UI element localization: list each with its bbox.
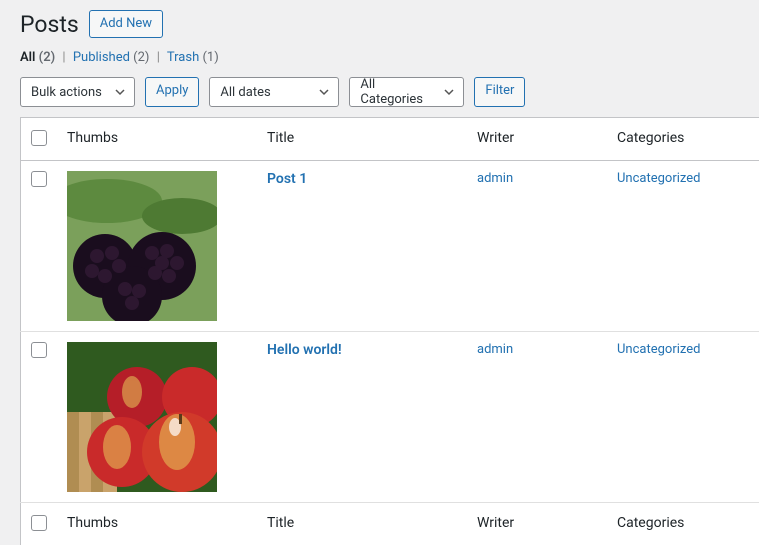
category-link[interactable]: Uncategorized — [617, 171, 700, 186]
filter-trash-count: (1) — [202, 50, 218, 65]
filter-all-count: (2) — [39, 50, 56, 65]
filter-trash[interactable]: Trash (1) — [167, 50, 219, 65]
column-thumbs: Thumbs — [57, 118, 257, 161]
category-filter-select[interactable]: All Categories — [349, 77, 464, 107]
date-filter-select[interactable]: All dates — [209, 77, 339, 107]
filter-button[interactable]: Filter — [474, 77, 525, 107]
apply-button[interactable]: Apply — [145, 77, 199, 107]
chevron-down-icon — [114, 86, 126, 98]
posts-table: Thumbs Title Writer Categories — [20, 117, 759, 545]
category-filter-label: All Categories — [360, 77, 435, 107]
column-writer: Writer — [467, 118, 607, 161]
chevron-down-icon — [318, 86, 330, 98]
select-all-checkbox-footer[interactable] — [31, 515, 47, 531]
chevron-down-icon — [443, 86, 455, 98]
date-filter-label: All dates — [220, 85, 270, 100]
page-title: Posts — [20, 11, 79, 38]
bulk-actions-select[interactable]: Bulk actions — [20, 77, 135, 107]
column-categories-footer: Categories — [607, 503, 759, 545]
column-categories: Categories — [607, 118, 759, 161]
column-title-footer[interactable]: Title — [257, 503, 467, 545]
filter-published[interactable]: Published (2) — [73, 50, 153, 65]
author-link[interactable]: admin — [477, 171, 513, 186]
row-checkbox[interactable] — [31, 171, 47, 187]
column-writer-footer: Writer — [467, 503, 607, 545]
category-link[interactable]: Uncategorized — [617, 342, 700, 357]
column-thumbs-footer: Thumbs — [57, 503, 257, 545]
filter-published-label: Published — [73, 50, 130, 65]
select-all-checkbox[interactable] — [31, 130, 47, 146]
table-row: Hello world! admin Uncategorized — [21, 332, 759, 503]
post-title-link[interactable]: Post 1 — [267, 171, 307, 187]
author-link[interactable]: admin — [477, 342, 513, 357]
filter-all[interactable]: All (2) — [20, 50, 58, 65]
row-checkbox[interactable] — [31, 342, 47, 358]
separator: | — [157, 50, 160, 65]
thumbnail-image — [67, 171, 217, 321]
column-title[interactable]: Title — [257, 118, 467, 161]
filter-published-count: (2) — [133, 50, 149, 65]
filter-all-label: All — [20, 50, 35, 65]
thumbnail-image — [67, 342, 217, 492]
filter-trash-label: Trash — [167, 50, 199, 65]
add-new-button[interactable]: Add New — [89, 10, 163, 38]
separator: | — [62, 50, 65, 65]
status-filter-links: All (2) | Published (2) | Trash (1) — [20, 50, 759, 65]
table-row: Post 1 admin Uncategorized — [21, 161, 759, 332]
post-title-link[interactable]: Hello world! — [267, 342, 342, 358]
bulk-actions-label: Bulk actions — [31, 85, 102, 100]
